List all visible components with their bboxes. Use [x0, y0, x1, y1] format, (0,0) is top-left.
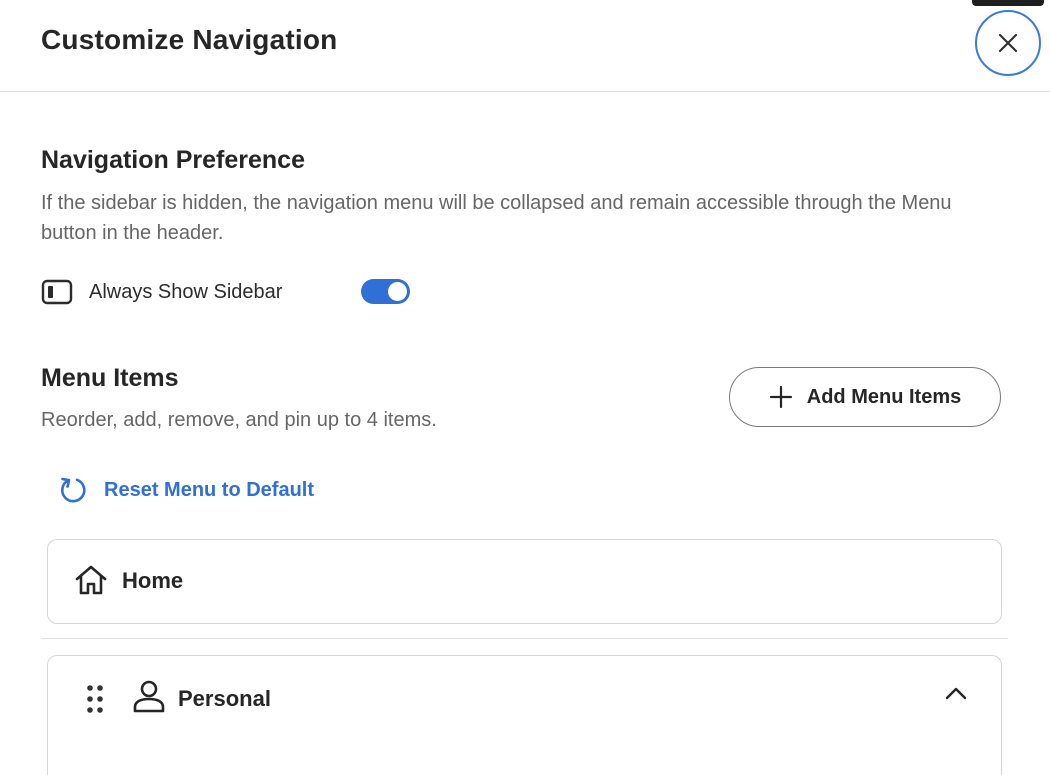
menu-item-home[interactable]: Home	[47, 539, 1002, 624]
always-show-sidebar-row: Always Show Sidebar	[41, 276, 282, 308]
drag-handle-icon[interactable]	[86, 684, 104, 714]
add-menu-items-button[interactable]: Add Menu Items	[729, 367, 1001, 427]
always-show-sidebar-label: Always Show Sidebar	[89, 280, 283, 303]
dialog-header: Customize Navigation	[0, 0, 1050, 92]
person-icon	[133, 680, 165, 713]
divider	[41, 638, 1008, 639]
refresh-icon	[61, 477, 86, 503]
add-menu-items-label: Add Menu Items	[806, 385, 962, 408]
menu-items-title: Menu Items	[41, 364, 179, 392]
menu-item-label: Home	[122, 568, 184, 593]
chevron-up-icon[interactable]	[945, 686, 967, 700]
toggle-knob	[388, 282, 407, 301]
menu-item-label: Personal	[178, 686, 271, 711]
plus-icon	[769, 385, 792, 409]
navigation-preference-description: If the sidebar is hidden, the navigation…	[41, 192, 952, 244]
sidebar-icon	[41, 279, 73, 305]
close-icon	[998, 33, 1018, 53]
menu-item-personal[interactable]: Personal	[47, 655, 1002, 775]
reset-menu-link[interactable]: Reset Menu to Default	[58, 474, 314, 506]
reset-menu-label: Reset Menu to Default	[104, 478, 315, 501]
close-button[interactable]	[975, 10, 1041, 76]
dialog-title: Customize Navigation	[41, 24, 338, 55]
home-icon	[75, 565, 107, 595]
navigation-preference-title: Navigation Preference	[41, 146, 305, 174]
always-show-sidebar-toggle[interactable]	[361, 279, 410, 304]
